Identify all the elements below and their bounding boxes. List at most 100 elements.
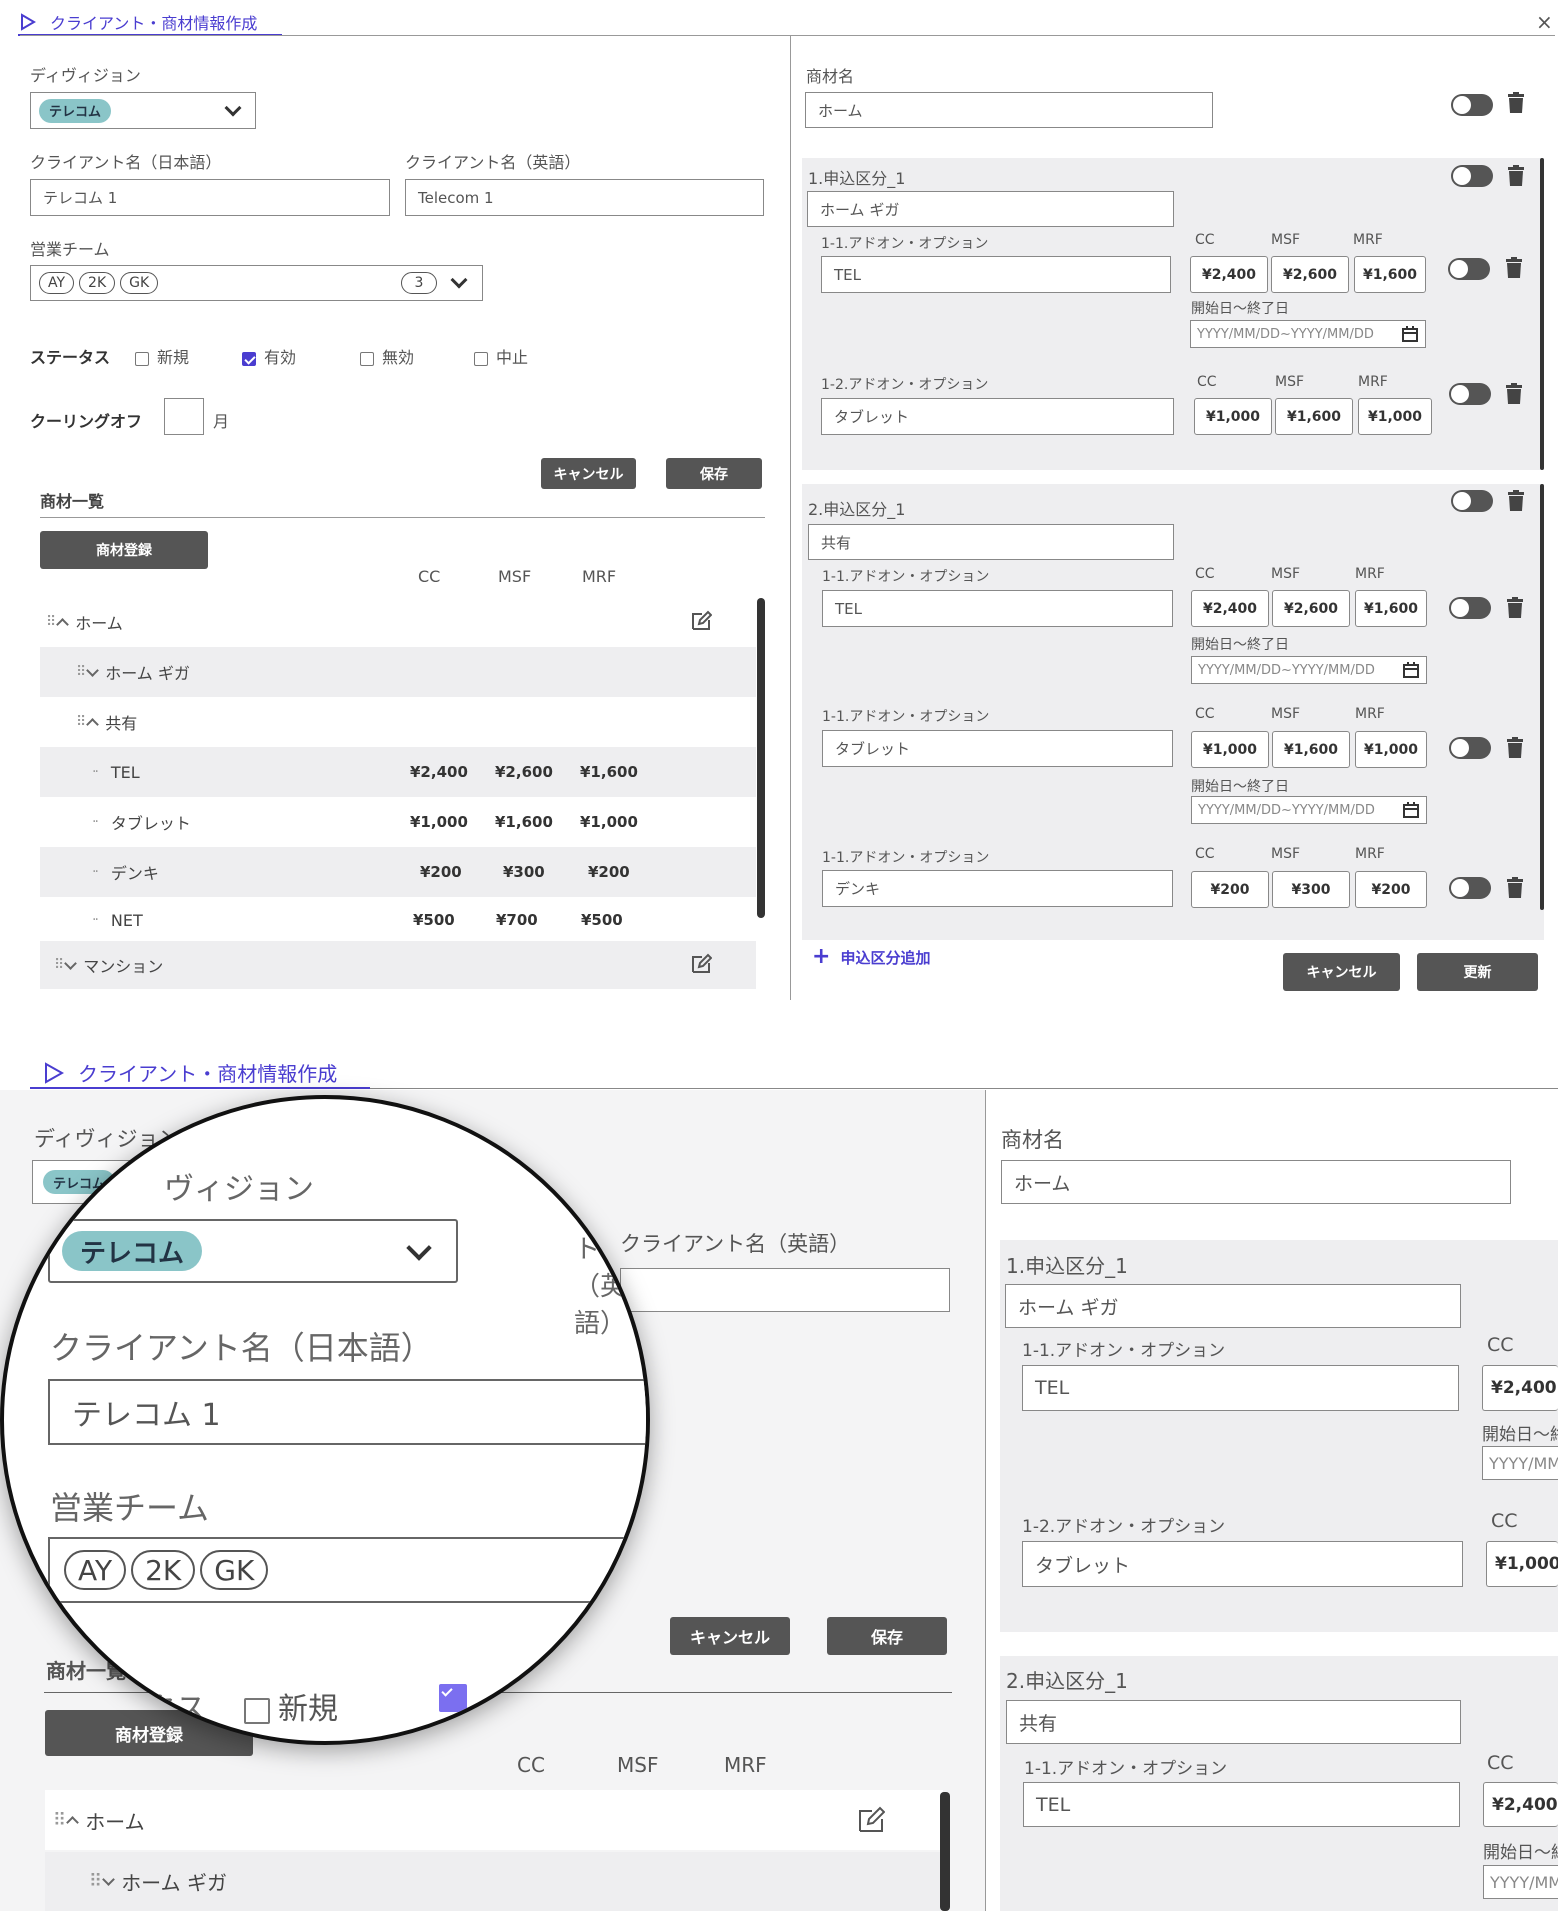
drag-handle-icon[interactable]: ·· [92,764,99,780]
status-active[interactable]: 有効 [242,344,296,368]
list-item[interactable]: ·· TEL ¥2,400 ¥2,600 ¥1,600 [40,747,756,797]
cc-input[interactable]: ¥200 [1191,871,1269,908]
trash-icon[interactable] [1507,490,1525,512]
addon-input[interactable]: タブレット [821,398,1174,435]
product-toggle[interactable] [1451,94,1493,116]
status-new[interactable]: 新規 [135,344,189,368]
mrf-input[interactable]: ¥1,600 [1355,590,1427,627]
calendar-icon[interactable] [1402,801,1420,819]
addon-input[interactable]: TEL [821,256,1171,293]
section-input[interactable]: 共有 [808,524,1174,560]
calendar-icon[interactable] [1401,325,1419,343]
chevron-up-icon[interactable] [66,1815,80,1829]
client-jp-input[interactable]: テレコム 1 [48,1379,646,1445]
cooling-input[interactable] [164,398,204,435]
checkbox-checked[interactable] [242,351,256,366]
addon-input[interactable]: デンキ [822,870,1173,907]
status-inactive[interactable]: 無効 [360,344,414,368]
mrf-input[interactable]: ¥1,000 [1358,398,1432,435]
chevron-down-icon[interactable] [64,956,78,970]
drag-handle-icon[interactable]: ⠿ [53,1810,66,1831]
checkbox[interactable] [360,351,374,366]
date-range-input[interactable]: YYYY/MM/DD~YYYY/MM/DD [1483,1865,1558,1899]
drag-handle-icon[interactable]: ⠿ [76,664,86,680]
addon-input[interactable]: タブレット [822,730,1173,767]
client-en-input[interactable] [620,1268,950,1312]
msf-input[interactable]: ¥300 [1272,871,1350,908]
chevron-down-icon[interactable] [406,1235,432,1261]
cancel-button[interactable]: キャンセル [1283,953,1400,991]
checkbox[interactable] [244,1697,270,1724]
date-range-input[interactable]: YYYY/MM/DD~YYYY/MM/DD [1190,320,1426,348]
section-toggle[interactable] [1451,165,1493,187]
addon-toggle[interactable] [1449,383,1491,405]
list-item[interactable]: ⠿ ホーム ギガ [45,1852,943,1911]
client-en-input[interactable]: Telecom 1 [405,179,764,216]
msf-input[interactable]: ¥2,600 [1271,256,1349,293]
list-item[interactable]: ⠿ ホーム ギガ [40,647,756,697]
date-range-input[interactable]: YYYY/MM/DD~YYYY/MM/DD [1482,1446,1558,1480]
list-item[interactable]: ·· デンキ ¥200 ¥300 ¥200 [40,847,756,897]
list-item[interactable]: ·· NET ¥500 ¥700 ¥500 [40,895,756,945]
sales-team-select[interactable]: AY 2K GK 3 [30,265,483,301]
cc-input[interactable]: ¥2,400 [1483,1782,1558,1827]
division-select[interactable]: テレコム [30,92,256,129]
list-item[interactable]: ⠿ マンション [40,941,756,989]
edit-icon[interactable] [690,953,712,975]
addon-toggle[interactable] [1449,737,1491,759]
date-range-input[interactable]: YYYY/MM/DD~YYYY/MM/DD [1191,656,1427,684]
chevron-down-icon[interactable] [102,1873,116,1886]
edit-icon[interactable] [690,610,712,632]
cancel-button[interactable]: キャンセル [541,458,636,489]
cc-input[interactable]: ¥2,400 [1191,590,1269,627]
status-stopped[interactable]: 中止 [474,344,528,368]
trash-icon[interactable] [1506,737,1524,759]
cancel-button[interactable]: キャンセル [670,1617,790,1655]
msf-input[interactable]: ¥1,600 [1275,398,1353,435]
close-icon[interactable]: × [1536,10,1553,34]
date-range-input[interactable]: YYYY/MM/DD~YYYY/MM/DD [1191,796,1427,824]
division-select[interactable]: テレコム [48,1219,458,1283]
chevron-up-icon[interactable] [56,617,70,631]
add-section-link[interactable]: + 申込区分追加 [812,944,930,969]
section-input[interactable]: ホーム ギガ [807,191,1174,227]
msf-input[interactable]: ¥2,600 [1272,590,1350,627]
register-product-button[interactable]: 商材登録 [40,531,208,569]
status-active[interactable] [439,1684,475,1712]
sales-team-select[interactable]: AY 2K GK [48,1537,646,1603]
chevron-up-icon[interactable] [86,717,100,731]
msf-input[interactable]: ¥1,600 [1272,731,1350,768]
update-button[interactable]: 更新 [1417,953,1538,991]
section-input[interactable]: 共有 [1006,1700,1461,1744]
trash-icon[interactable] [1505,257,1523,279]
list-item[interactable]: ·· タブレット ¥1,000 ¥1,600 ¥1,000 [40,797,756,847]
trash-icon[interactable] [1505,383,1523,405]
checkbox[interactable] [135,351,149,366]
section-input[interactable]: ホーム ギガ [1005,1284,1461,1328]
addon-toggle[interactable] [1448,258,1490,280]
addon-input[interactable]: TEL [1023,1782,1460,1827]
list-scrollbar[interactable] [757,598,765,918]
mrf-input[interactable]: ¥1,600 [1354,256,1426,293]
product-name-input[interactable]: ホーム [805,92,1213,128]
list-scrollbar[interactable] [940,1792,950,1911]
trash-icon[interactable] [1506,597,1524,619]
drag-handle-icon[interactable]: ·· [92,864,99,880]
drag-handle-icon[interactable]: ⠿ [76,714,86,730]
list-item[interactable]: ⠿ 共有 [40,697,756,747]
addon-input[interactable]: TEL [1022,1365,1459,1411]
client-jp-input[interactable]: テレコム 1 [30,179,390,216]
chevron-down-icon[interactable] [86,663,100,677]
cc-input[interactable]: ¥1,000 [1486,1541,1558,1587]
drag-handle-icon[interactable]: ⠿ [46,614,56,630]
drag-handle-icon[interactable]: ⠿ [54,957,64,973]
section-scrollbar[interactable] [1540,484,1544,910]
cc-input[interactable]: ¥1,000 [1194,398,1272,435]
cc-input[interactable]: ¥2,400 [1482,1365,1558,1411]
trash-icon[interactable] [1506,877,1524,899]
trash-icon[interactable] [1507,165,1525,187]
chevron-down-icon[interactable] [450,271,468,289]
save-button[interactable]: 保存 [666,458,762,489]
section-scrollbar[interactable] [1540,158,1544,470]
drag-handle-icon[interactable]: ⠿ [89,1871,102,1892]
